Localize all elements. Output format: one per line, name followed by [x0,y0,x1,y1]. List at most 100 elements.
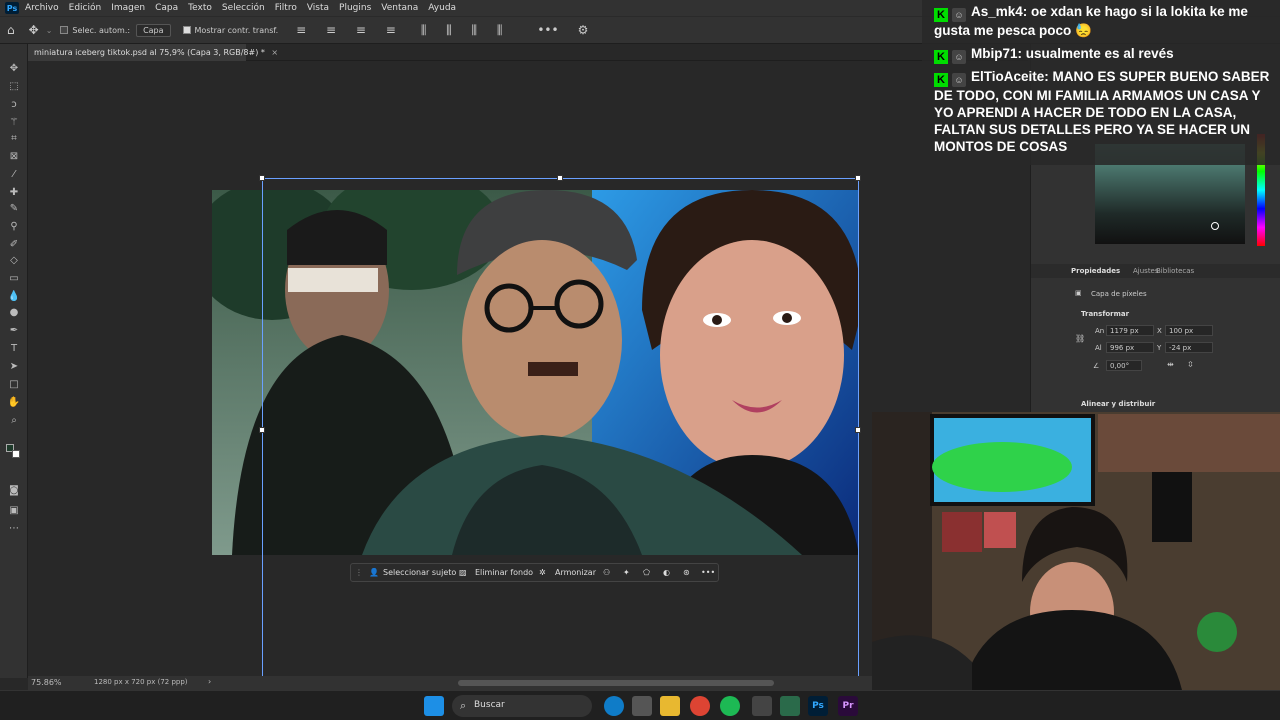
quick-mask-icon[interactable]: ◙ [6,484,22,498]
align-section-title[interactable]: Alinear y distribuir [1081,400,1155,408]
store-icon[interactable] [632,696,652,716]
taskbar-search[interactable]: ⌕ Buscar [452,695,592,717]
home-icon[interactable]: ⌂ [7,23,15,37]
move-icon[interactable]: ✥ [6,62,22,76]
rectangle-icon[interactable]: □ [6,378,22,392]
link-icon[interactable]: ⛓ [1075,334,1085,343]
show-transform-checkbox[interactable] [182,26,191,34]
move-tool-icon[interactable]: ✥ [29,23,39,37]
fill-icon[interactable]: ⊛ [683,568,690,577]
auto-select-dropdown[interactable]: Capa [136,23,171,37]
transform-handle[interactable] [855,427,861,433]
horizontal-scrollbar[interactable] [458,680,774,686]
marquee-icon[interactable]: ⬚ [6,80,22,94]
align-buttons[interactable]: ≡ ≡ ≡ ≡ [296,23,404,37]
color-picker-cursor[interactable] [1211,222,1219,230]
width-label: An [1095,327,1105,335]
select-subject-icon[interactable]: 👤 [369,568,379,577]
remove-background-button[interactable]: Eliminar fondo [475,568,533,577]
menu-item-archivo[interactable]: Archivo [25,3,59,13]
status-arrow-icon[interactable]: › [208,677,211,686]
menu-item-filtro[interactable]: Filtro [275,3,297,13]
auto-select-checkbox[interactable] [60,26,69,34]
transform-handle[interactable] [259,427,265,433]
menu-item-ventana[interactable]: Ventana [381,3,418,13]
photoshop-taskbar-icon[interactable]: Ps [808,696,828,716]
blur-icon[interactable]: 💧 [6,290,22,304]
menu-item-seleccion[interactable]: Selección [222,3,265,13]
transform-handle[interactable] [855,175,861,181]
gradient-icon[interactable]: ▭ [6,272,22,286]
angle-field[interactable]: 0,00° [1106,360,1142,371]
crop-icon[interactable]: ⌗ [6,132,22,146]
x-field[interactable]: 100 px [1165,325,1213,336]
flip-vertical-icon[interactable]: ⇳ [1187,360,1194,369]
mask-icon[interactable]: ⚇ [603,568,610,577]
settings-gear-icon[interactable]: ⚙ [578,23,589,37]
edge-icon[interactable] [604,696,624,716]
gear-icon[interactable]: ✦ [623,568,630,577]
transform-handle[interactable] [557,175,563,181]
background-color-swatch[interactable] [12,450,20,458]
eraser-icon[interactable]: ◇ [6,254,22,268]
history-brush-icon[interactable]: ✐ [6,238,22,252]
tab-bibliotecas[interactable]: Bibliotecas [1156,267,1194,275]
drag-handle-icon[interactable]: ⋮ [355,568,363,577]
transform-bounding-box[interactable] [262,178,859,678]
document-tab[interactable]: miniatura iceberg tiktok.psd al 75,9% (C… [28,44,278,61]
transform-section-title[interactable]: Transformar [1081,310,1129,318]
eyedropper-icon[interactable]: ⁄ [6,168,22,182]
menu-item-edicion[interactable]: Edición [69,3,102,13]
flip-horizontal-icon[interactable]: ⇹ [1167,360,1174,369]
contextual-task-bar: ⋮ 👤 Seleccionar sujeto ▨ Eliminar fondo … [350,563,719,582]
menu-item-capa[interactable]: Capa [155,3,178,13]
windows-start-icon[interactable] [424,696,444,716]
file-explorer-icon[interactable] [660,696,680,716]
zoom-level[interactable]: 75.86% [31,678,62,687]
extras-icon[interactable]: ⋯ [6,522,22,536]
user-badge-icon: ☺ [952,8,966,22]
screen-mode-icon[interactable]: ▣ [6,504,22,518]
y-field[interactable]: -24 px [1165,342,1213,353]
pen-icon[interactable]: ✒ [6,324,22,338]
distribute-buttons[interactable]: ⫼ ⫼ ⫼ ⫼ [421,23,511,38]
chrome-icon[interactable] [690,696,710,716]
transform-icon[interactable]: ⬠ [643,568,650,577]
dodge-icon[interactable]: ● [6,306,22,320]
app-icon[interactable] [780,696,800,716]
adjust-icon[interactable]: ◐ [663,568,670,577]
menu-item-vista[interactable]: Vista [307,3,329,13]
more-button[interactable]: ••• [701,568,715,577]
width-field[interactable]: 1179 px [1106,325,1154,336]
menu-item-plugins[interactable]: Plugins [339,3,371,13]
type-icon[interactable]: T [6,342,22,356]
transform-handle[interactable] [259,175,265,181]
lasso-icon[interactable]: ↄ [6,98,22,112]
harmonize-button[interactable]: Armonizar [555,568,596,577]
select-subject-button[interactable]: Seleccionar sujeto [383,568,456,577]
tab-close-icon[interactable]: × [271,48,278,57]
hand-icon[interactable]: ✋ [6,396,22,410]
stamp-icon[interactable]: ⚲ [6,220,22,234]
photoshop-logo-icon: Ps [5,2,19,14]
more-options-icon[interactable]: ••• [537,23,558,37]
tab-propiedades[interactable]: Propiedades [1071,267,1120,275]
tab-ajustes[interactable]: Ajustes [1133,267,1159,275]
healing-icon[interactable]: ✚ [6,186,22,200]
kick-badge-icon: K [934,50,948,64]
remove-bg-icon[interactable]: ▨ [459,568,467,577]
menu-item-texto[interactable]: Texto [188,3,212,13]
harmonize-icon[interactable]: ✲ [539,568,546,577]
app-icon[interactable] [752,696,772,716]
magic-wand-icon[interactable]: ⚚ [6,116,22,130]
menu-item-ayuda[interactable]: Ayuda [428,3,456,13]
frame-icon[interactable]: ⊠ [6,150,22,164]
path-select-icon[interactable]: ➤ [6,360,22,374]
chevron-down-icon[interactable]: ⌄ [46,26,53,35]
zoom-icon[interactable]: ⌕ [6,414,22,428]
premiere-taskbar-icon[interactable]: Pr [838,696,858,716]
height-field[interactable]: 996 px [1106,342,1154,353]
spotify-icon[interactable] [720,696,740,716]
brush-icon[interactable]: ✎ [6,202,22,216]
menu-item-imagen[interactable]: Imagen [111,3,145,13]
